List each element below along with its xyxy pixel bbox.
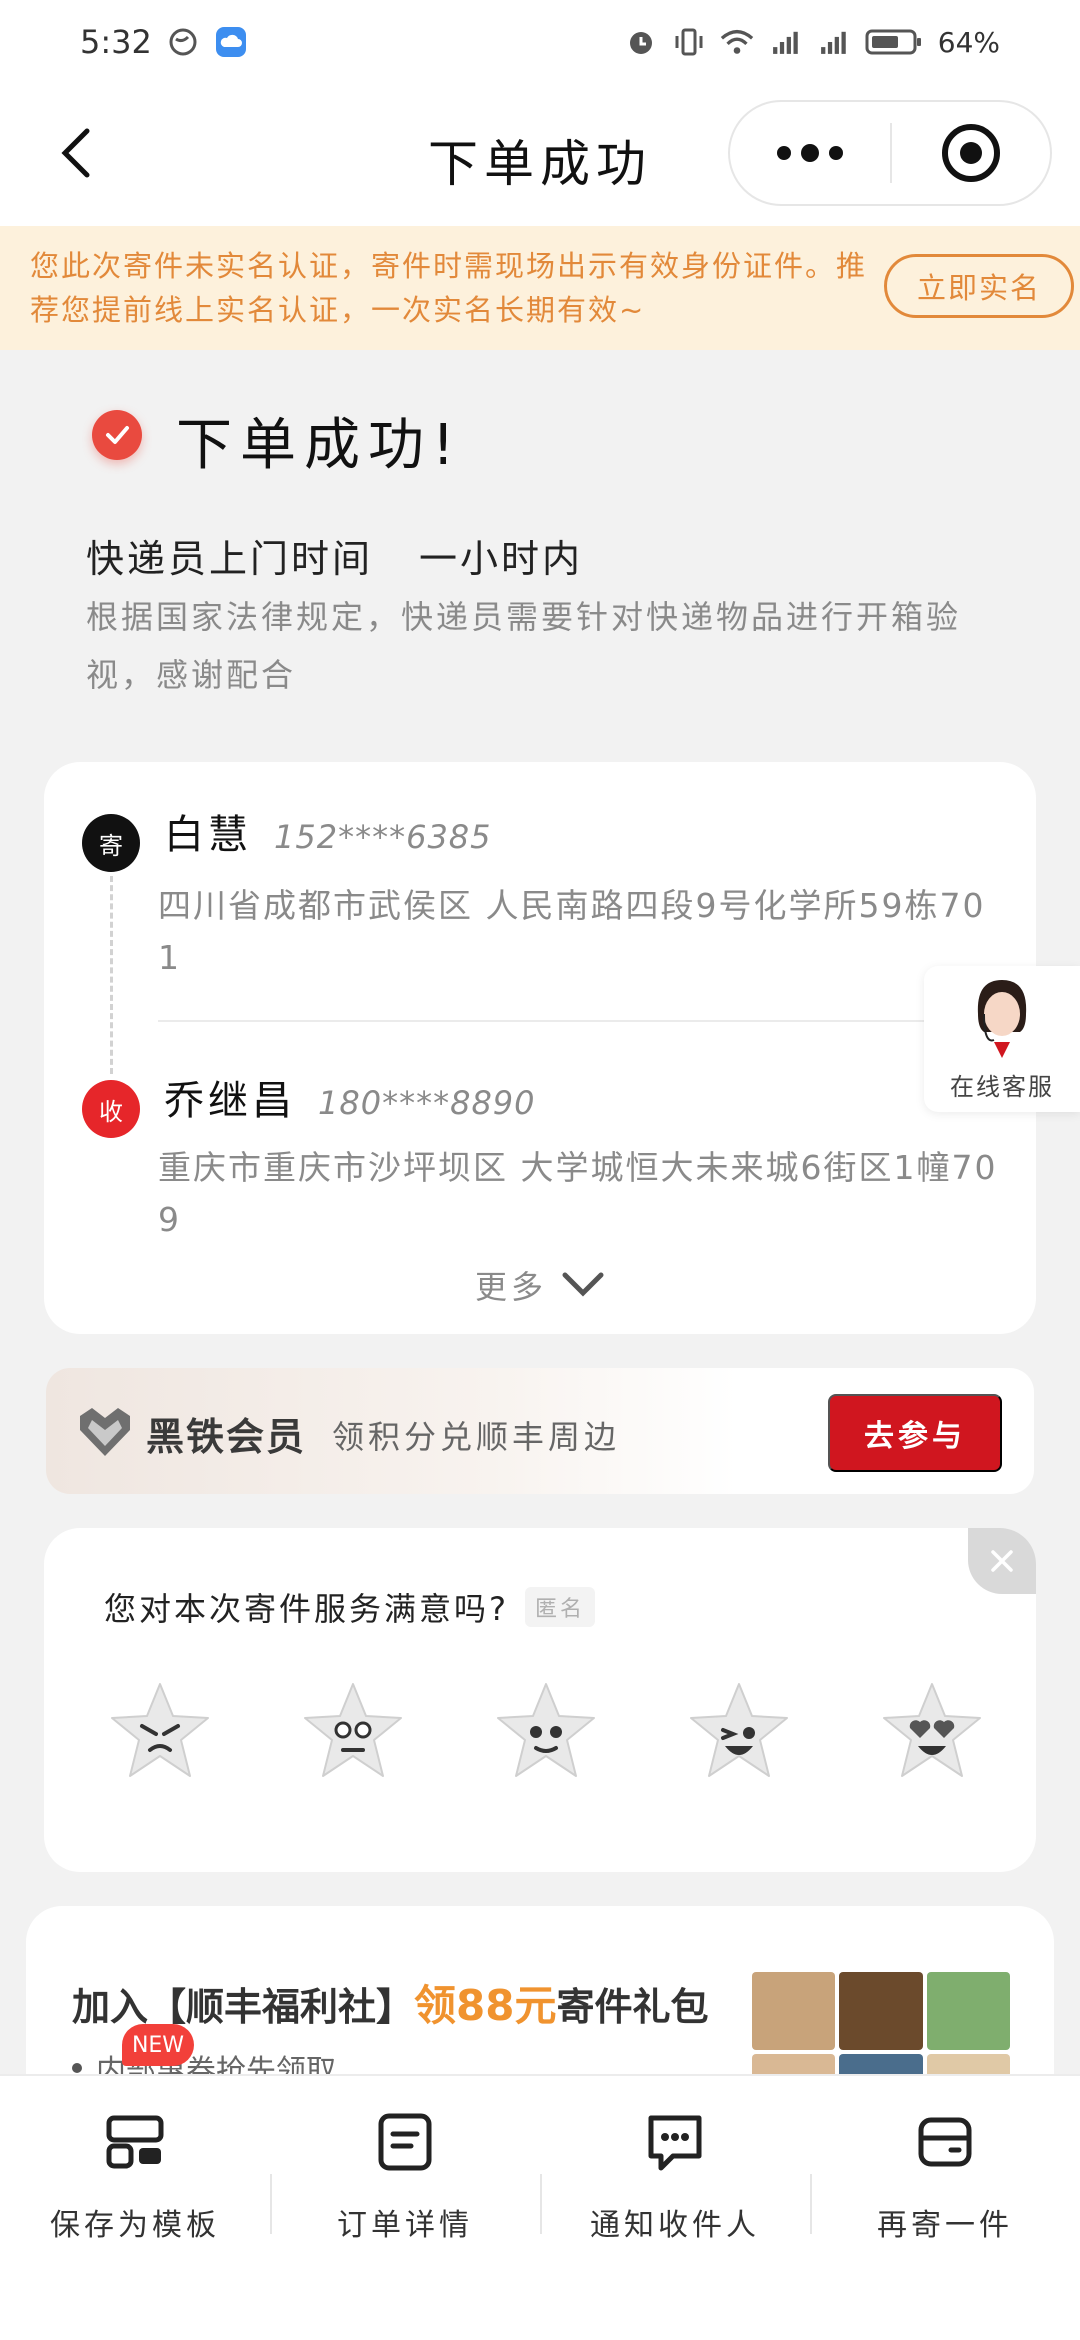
more-dot-icon	[801, 144, 819, 162]
inspection-notice: 根据国家法律规定，快递员需要针对快递物品进行开箱验视，感谢配合	[86, 598, 962, 694]
signal-4g-icon	[768, 25, 802, 59]
anonymous-tag: 匿名	[525, 1587, 596, 1627]
success-check-icon	[92, 410, 142, 460]
save-template-button[interactable]: 保存为模板	[0, 2076, 270, 2256]
satisfaction-question-row: 您对本次寄件服务满意吗? 匿名	[104, 1584, 596, 1630]
receiver-badge: 收	[82, 1080, 140, 1138]
agent-avatar-icon	[970, 980, 1034, 1070]
send-again-button[interactable]: 再寄一件	[810, 2076, 1080, 2256]
real-name-notice: 您此次寄件未实名认证，寄件时需现场出示有效身份证件。推荐您提前线上实名认证，一次…	[0, 226, 1080, 350]
battery-icon	[864, 25, 924, 59]
notify-receiver-button[interactable]: 通知收件人	[540, 2076, 810, 2256]
close-icon	[991, 1550, 1013, 1572]
member-title: 黑铁会员	[146, 1415, 307, 1459]
notice-text: 您此次寄件未实名认证，寄件时需现场出示有效身份证件。推荐您提前线上实名认证，一次…	[30, 249, 868, 327]
chevron-left-icon	[61, 128, 90, 178]
divider	[158, 1020, 998, 1022]
chevron-down-icon	[562, 1272, 604, 1297]
address-card: 寄 白慧 152****6385 四川省成都市武侯区 人民南路四段9号化学所59…	[44, 762, 1036, 1334]
pickup-label: 快递员上门时间	[86, 537, 374, 581]
promo-title-suffix: 寄件礼包	[556, 1985, 709, 2029]
close-miniprogram-button[interactable]	[892, 102, 1050, 204]
wifi-icon	[720, 25, 754, 59]
join-member-button[interactable]: 去参与	[828, 1394, 1002, 1472]
sender-name: 白慧	[164, 812, 252, 858]
sender-badge: 寄	[82, 814, 140, 872]
order-detail-button[interactable]: 订单详情	[270, 2076, 540, 2256]
target-icon	[942, 124, 1000, 182]
bullet-dot	[72, 2063, 82, 2073]
status-bar: 5:32 64%	[0, 0, 1080, 84]
receiver-name: 乔继昌	[164, 1078, 296, 1124]
nav-bar: 下单成功	[0, 84, 1080, 226]
promo-image	[926, 1972, 1010, 2050]
member-banner: 黑铁会员 领积分兑顺丰周边 去参与	[46, 1368, 1034, 1494]
worried-face-icon[interactable]	[299, 1678, 407, 1786]
show-more-button[interactable]: 更多	[44, 1262, 1036, 1308]
member-heart-logo	[80, 1408, 130, 1456]
satisfaction-card: 您对本次寄件服务满意吗? 匿名	[44, 1528, 1036, 1872]
order-detail-icon	[378, 2113, 432, 2171]
close-rating-button[interactable]	[968, 1528, 1036, 1594]
happy-face-icon[interactable]	[685, 1678, 793, 1786]
signal-4g-icon-2	[816, 25, 850, 59]
show-more-label: 更多	[474, 1268, 547, 1306]
more-dot-icon	[829, 146, 843, 160]
receiver-phone: 180****8890	[318, 1084, 536, 1122]
online-service-label: 在线客服	[950, 1073, 1054, 1101]
alarm-icon	[624, 25, 658, 59]
status-time: 5:32	[80, 23, 152, 61]
mini-program-capsule	[728, 100, 1052, 206]
angry-face-icon[interactable]	[106, 1678, 214, 1786]
neutral-face-icon[interactable]	[492, 1678, 600, 1786]
pickup-time: 快递员上门时间 一小时内	[86, 528, 583, 583]
battery-percent: 64%	[937, 25, 1000, 59]
sender-phone: 152****6385	[274, 818, 492, 856]
rating-faces	[106, 1678, 986, 1786]
vibrate-icon	[672, 25, 706, 59]
promo-title-prefix: 加入【顺丰福利社】	[72, 1985, 415, 2029]
tab-label: 订单详情	[337, 2208, 473, 2243]
cloud-app-icon	[214, 25, 248, 59]
more-dot-icon	[777, 146, 791, 160]
route-line	[110, 876, 113, 1074]
promo-image	[752, 1972, 836, 2050]
promo-title-highlight: 领88元	[414, 1981, 557, 2030]
satisfaction-question: 您对本次寄件服务满意吗?	[104, 1590, 509, 1628]
tab-label: 通知收件人	[590, 2208, 760, 2243]
card-icon	[918, 2117, 972, 2167]
pickup-value: 一小时内	[419, 537, 584, 581]
sender-address: 四川省成都市武侯区 人民南路四段9号化学所59栋701	[158, 886, 986, 977]
love-face-icon[interactable]	[878, 1678, 986, 1786]
success-title: 下单成功!	[176, 413, 463, 478]
promo-image	[839, 1972, 923, 2050]
message-icon	[648, 2115, 702, 2171]
verify-now-button[interactable]: 立即实名	[884, 254, 1074, 318]
template-icon	[106, 2115, 164, 2169]
bottom-action-bar: 保存为模板 订单详情 通知收件人 再寄一件	[0, 2074, 1080, 2340]
sender-info: 白慧 152****6385	[164, 802, 492, 860]
more-menu-button[interactable]	[730, 102, 890, 204]
globe-icon	[166, 25, 200, 59]
new-tag: NEW	[122, 2024, 194, 2066]
back-button[interactable]	[40, 118, 110, 188]
tab-label: 再寄一件	[877, 2208, 1013, 2243]
member-desc: 领积分兑顺丰周边	[332, 1418, 621, 1456]
tab-label: 保存为模板	[50, 2208, 220, 2243]
online-service-button[interactable]: 在线客服	[924, 966, 1080, 1112]
receiver-address: 重庆市重庆市沙坪坝区 大学城恒大未来城6街区1幢709	[158, 1148, 998, 1239]
receiver-info: 乔继昌 180****8890	[164, 1068, 536, 1126]
